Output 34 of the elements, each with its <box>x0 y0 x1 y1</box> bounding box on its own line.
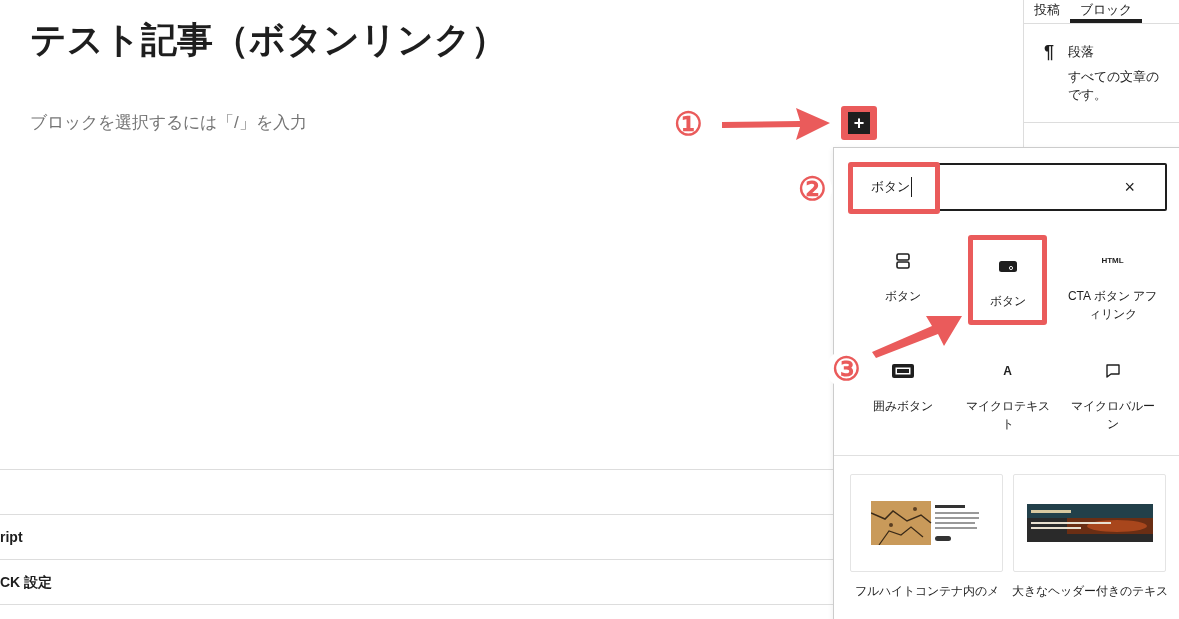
block-label: マイクロバルーン <box>1069 398 1156 433</box>
block-label: マイクロテキスト <box>964 398 1051 433</box>
boxed-button-icon <box>891 364 914 378</box>
add-block-button[interactable]: + <box>848 112 870 134</box>
sidebar-tab[interactable]: ブロック <box>1070 0 1142 23</box>
close-button[interactable]: × <box>1124 178 1135 196</box>
block-label: 囲みボタン <box>871 398 934 415</box>
paragraph-icon: ¶ <box>1044 42 1054 104</box>
post-title[interactable]: テスト記事（ボタンリンク） <box>30 16 1023 64</box>
block-icon-text: HTML <box>1101 257 1124 265</box>
pattern-preview[interactable] <box>1013 474 1166 572</box>
block-description: です。 <box>1068 85 1108 104</box>
panel-title: CK 設定 <box>0 572 53 592</box>
pattern-preview[interactable] <box>850 474 1003 572</box>
block-item[interactable]: ボタン <box>968 235 1047 325</box>
buttons-icon <box>895 253 910 269</box>
button-block-icon <box>998 260 1017 272</box>
block-item[interactable]: A マイクロテキスト <box>955 345 1060 435</box>
pattern-caption: フルハイトコンテナ内のメ <box>854 583 999 600</box>
block-label: ボタン <box>883 288 922 305</box>
search-field[interactable]: ボタン × <box>849 163 1167 211</box>
speech-balloon-icon <box>1104 363 1121 379</box>
block-description: すべての文章の <box>1068 67 1159 86</box>
block-name: 段落 <box>1068 43 1095 61</box>
sidebar-tab[interactable]: 投稿 <box>1024 0 1070 23</box>
block-item[interactable]: ボタン <box>850 235 955 325</box>
block-label: ボタン <box>988 293 1027 310</box>
search-value: ボタン <box>871 177 912 197</box>
block-icon-text: A <box>1003 365 1012 377</box>
block-item[interactable]: マイクロバルーン <box>1060 345 1165 435</box>
block-item[interactable]: HTML CTA ボタン アフィリンク <box>1060 235 1165 325</box>
block-placeholder[interactable]: ブロックを選択するには「/」を入力 <box>30 110 307 136</box>
block-label: CTA ボタン アフィリンク <box>1066 288 1159 323</box>
panel-title: ript <box>0 527 23 547</box>
